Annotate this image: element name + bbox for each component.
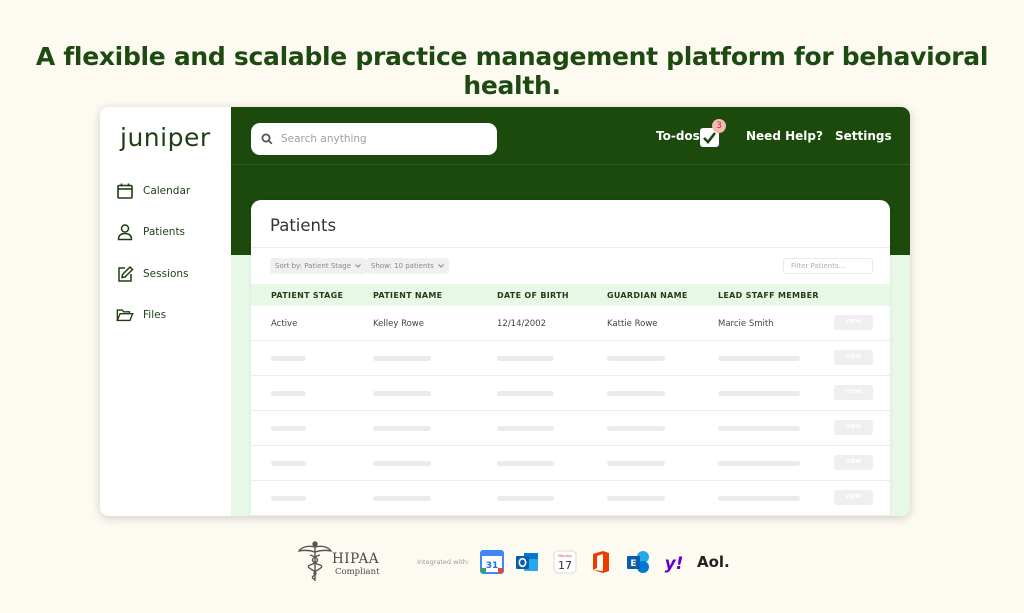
hipaa-subtitle: Compliant xyxy=(335,567,380,577)
top-bar: To-dos 3 Need Help? Settings xyxy=(231,107,910,165)
sidebar-item-label: Sessions xyxy=(143,268,189,280)
placeholder-cell xyxy=(497,426,554,431)
juniper-logo[interactable]: juniper xyxy=(120,123,211,152)
placeholder-cell xyxy=(607,426,665,431)
placeholder-cell xyxy=(373,356,431,361)
sidebar-item-label: Calendar xyxy=(143,185,191,197)
search-box[interactable] xyxy=(251,123,497,155)
apple-calendar-day: 17 xyxy=(558,559,572,572)
apple-calendar-month: Monday xyxy=(558,554,572,558)
placeholder-cell xyxy=(718,496,800,501)
placeholder-cell xyxy=(718,356,800,361)
folder-icon xyxy=(116,309,134,322)
view-button[interactable]: VIEW xyxy=(834,350,873,365)
sidebar-item-label: Patients xyxy=(143,226,186,238)
table-row: VIEW xyxy=(251,446,890,481)
table-row[interactable]: Active Kelley Rowe 12/14/2002 Kattie Row… xyxy=(251,306,890,341)
aol-logo: Aol. xyxy=(697,553,730,571)
person-icon xyxy=(117,224,133,241)
table-row: VIEW xyxy=(251,411,890,446)
table-header: PATIENT STAGE PATIENT NAME DATE OF BIRTH… xyxy=(251,284,890,306)
exchange-icon: E xyxy=(627,551,649,573)
office-icon xyxy=(593,551,609,573)
sidebar-item-calendar[interactable]: Calendar xyxy=(116,180,190,202)
sidebar-item-sessions[interactable]: Sessions xyxy=(116,263,189,285)
column-header[interactable]: PATIENT NAME xyxy=(373,291,442,300)
outlook-icon xyxy=(516,553,538,571)
chevron-down-icon xyxy=(437,264,444,268)
page-title: Patients xyxy=(270,216,337,235)
yahoo-icon: y! xyxy=(665,554,684,574)
edit-icon xyxy=(118,265,134,282)
settings-link[interactable]: Settings xyxy=(835,129,892,143)
placeholder-cell xyxy=(607,391,665,396)
placeholder-cell xyxy=(271,496,306,501)
placeholder-cell xyxy=(497,496,554,501)
apple-calendar-icon: Monday 17 xyxy=(553,550,577,574)
placeholder-cell xyxy=(718,391,800,396)
sidebar-item-files[interactable]: Files xyxy=(116,304,166,326)
placeholder-cell xyxy=(373,426,431,431)
calendar-icon xyxy=(117,183,133,199)
todos-count-badge: 3 xyxy=(712,119,726,133)
sidebar-item-label: Files xyxy=(143,309,167,321)
placeholder-cell xyxy=(607,356,665,361)
hipaa-title: HIPAA xyxy=(332,551,379,567)
view-button[interactable]: VIEW xyxy=(834,490,873,505)
table-row: VIEW xyxy=(251,341,890,376)
placeholder-cell xyxy=(373,461,431,466)
search-icon xyxy=(261,133,273,145)
divider xyxy=(251,247,890,248)
todos-link[interactable]: To-dos xyxy=(656,129,700,143)
app-window: juniper Calendar Patients Sessions Files… xyxy=(100,107,910,516)
column-header[interactable]: DATE OF BIRTH xyxy=(497,291,569,300)
placeholder-cell xyxy=(373,391,431,396)
view-button[interactable]: VIEW xyxy=(834,455,873,470)
page-headline: A flexible and scalable practice managem… xyxy=(35,42,989,100)
sidebar: juniper Calendar Patients Sessions Files xyxy=(100,107,231,516)
column-header[interactable]: LEAD STAFF MEMBER xyxy=(718,291,819,300)
column-header[interactable]: GUARDIAN NAME xyxy=(607,291,688,300)
placeholder-cell xyxy=(607,496,665,501)
patient-stage-cell: Active xyxy=(271,319,298,329)
patient-name-cell: Kelley Rowe xyxy=(373,319,424,329)
show-count-dropdown[interactable]: Show: 10 patients xyxy=(366,258,449,274)
sort-dropdown[interactable]: Sort by: Patient Stage xyxy=(270,258,367,274)
staff-cell: Marcie Smith xyxy=(718,319,774,329)
search-input[interactable] xyxy=(281,133,481,145)
guardian-cell: Kattie Rowe xyxy=(607,319,658,329)
placeholder-cell xyxy=(373,496,431,501)
placeholder-cell xyxy=(607,461,665,466)
integrated-with-label: Integrated with: xyxy=(417,558,470,566)
yahoo-text: y! xyxy=(665,554,684,574)
sort-label: Sort by: Patient Stage xyxy=(275,262,352,270)
google-calendar-icon: 31 xyxy=(480,550,504,574)
placeholder-cell xyxy=(497,391,554,396)
show-label: Show: 10 patients xyxy=(371,262,434,270)
patients-card: Patients Sort by: Patient Stage Show: 10… xyxy=(251,200,890,516)
placeholder-cell xyxy=(271,356,306,361)
view-button[interactable]: VIEW xyxy=(834,315,873,330)
chevron-down-icon xyxy=(355,264,361,268)
view-button[interactable]: VIEW xyxy=(834,420,873,435)
filter-patients-input[interactable] xyxy=(783,258,873,274)
view-button[interactable]: VIEW xyxy=(834,385,873,400)
svg-text:E: E xyxy=(630,559,636,569)
placeholder-cell xyxy=(271,391,306,396)
table-row: VIEW xyxy=(251,376,890,411)
need-help-link[interactable]: Need Help? xyxy=(746,129,823,143)
google-calendar-day: 31 xyxy=(486,561,499,571)
placeholder-cell xyxy=(497,356,554,361)
caduceus-icon xyxy=(298,541,332,581)
placeholder-cell xyxy=(497,461,554,466)
placeholder-cell xyxy=(718,426,800,431)
placeholder-cell xyxy=(271,461,306,466)
placeholder-cell xyxy=(271,426,306,431)
placeholder-cell xyxy=(718,461,800,466)
table-row: VIEW xyxy=(251,481,890,516)
column-header[interactable]: PATIENT STAGE xyxy=(271,291,343,300)
sidebar-item-patients[interactable]: Patients xyxy=(116,221,185,243)
dob-cell: 12/14/2002 xyxy=(497,319,546,329)
